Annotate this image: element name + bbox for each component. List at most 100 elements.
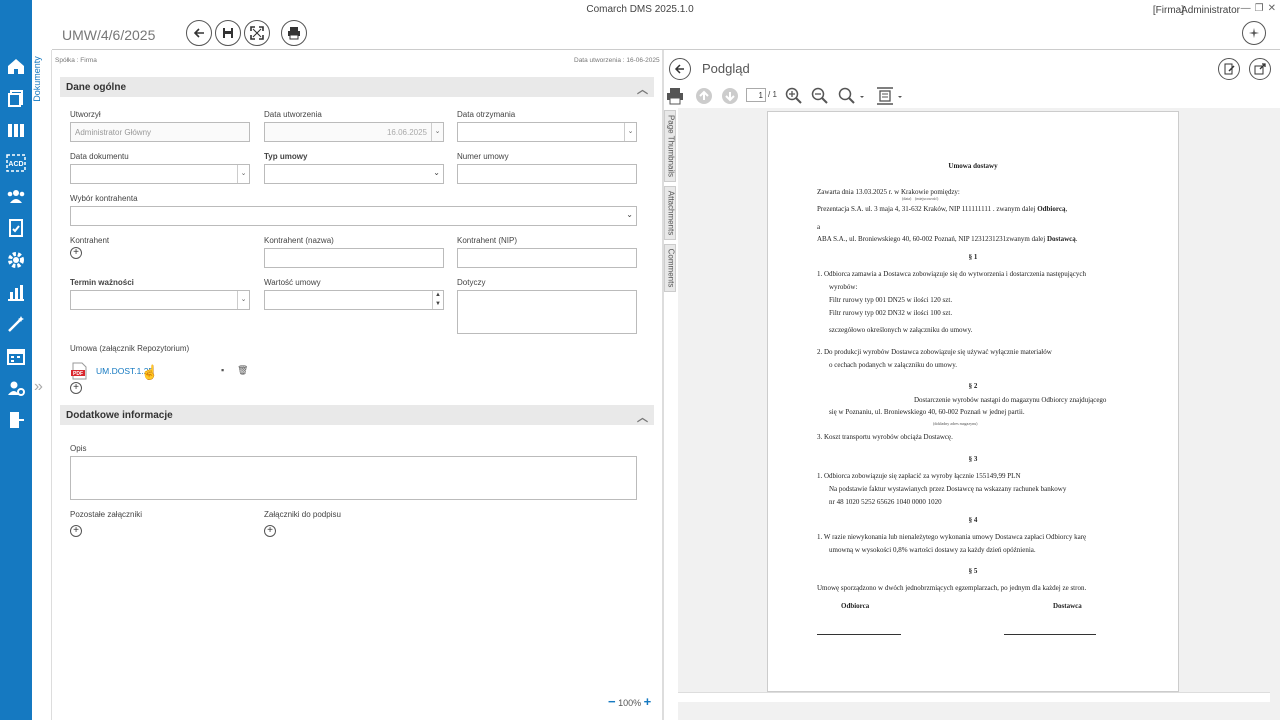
doc-paragraph-mark: § 3 [968,455,978,463]
termin-waznosci-field[interactable]: ⌄ [70,290,250,310]
title-bar: Comarch DMS 2025.1.0 [Firma] Administrat… [0,0,1280,20]
restore-icon[interactable]: ❐ [1255,3,1264,14]
save-button[interactable] [215,20,241,46]
opis-textarea[interactable] [70,456,637,500]
zoom-out-button[interactable]: − [608,694,616,709]
analytics-icon[interactable] [5,281,27,303]
data-dokumentu-field[interactable]: ⌄ [70,164,250,184]
viewer-scrollbar[interactable] [678,692,1270,702]
data-utworzenia-field[interactable]: 16.06.2025 ⌄ [264,122,444,142]
tab-page-thumbnails[interactable]: Page Thumbnails [664,110,676,182]
page-layout-icon[interactable] [874,86,904,106]
users-icon[interactable] [5,185,27,207]
doc-line: Zawarta dnia 13.03.2025 r. w Krakowie po… [817,188,960,196]
doc-paragraph-mark: § 1 [968,253,978,261]
kontrahent-nip-field[interactable] [457,248,637,268]
add-kontrahent-button[interactable]: + [70,247,82,259]
signature-line [817,634,901,635]
user-settings-icon[interactable] [5,377,27,399]
dotyczy-textarea[interactable] [457,290,637,334]
tab-dokumenty[interactable]: Dokumenty [32,52,50,112]
mouse-cursor-icon: ☝ [141,364,159,380]
calendar-icon[interactable] [5,345,27,367]
acd-icon[interactable]: ACD [5,152,27,174]
doc-line: 3. Koszt transportu wyrobów obciąża Dost… [817,433,953,441]
doc-line: ABA S.A., ul. Broniewskiego 40, 60-002 P… [817,235,1047,243]
add-pozostale-button[interactable]: + [70,525,82,537]
label-data-utworzenia: Data utworzenia [264,110,322,119]
close-icon[interactable]: ✕ [1268,3,1276,14]
utworzyl-field[interactable]: Administrator Główny [70,122,250,142]
typ-umowy-select[interactable]: ⌄ [264,164,444,184]
tab-attachments[interactable]: Attachments [664,186,676,240]
zoom-menu-icon[interactable] [836,86,866,106]
doc-paragraph-mark: § 2 [968,382,978,390]
wand-icon[interactable] [5,313,27,335]
open-external-icon[interactable] [1249,58,1271,80]
arrow-up-icon[interactable] [694,86,714,106]
wartosc-umowy-field[interactable]: ▲ ▼ [264,290,444,310]
data-otrzymania-field[interactable]: ⌄ [457,122,637,142]
label-opis: Opis [70,444,87,453]
calendar-dropdown-icon: ⌄ [237,165,249,183]
doc-paragraph-mark: § 5 [968,567,978,575]
expand-panel-icon[interactable]: » [34,378,43,396]
doc-paragraph-mark: § 4 [968,516,978,524]
library-icon[interactable] [5,119,27,141]
label-wartosc-umowy: Wartość umowy [264,278,321,287]
label-kontrahent-nazwa: Kontrahent (nazwa) [264,236,334,245]
home-icon[interactable] [5,55,27,77]
label-kontrahent-nip: Kontrahent (NIP) [457,236,518,245]
header-separator [52,49,1280,50]
doc-line: 1. W razie niewykonania lub nienależyteg… [817,533,1087,541]
section-additional[interactable]: Dodatkowe informacje ︿ [60,405,654,425]
wybor-kontrahenta-select[interactable]: ⌄ [70,206,637,226]
print-button[interactable] [281,20,307,46]
zoom-in-button[interactable]: + [644,694,652,709]
calendar-dropdown-icon: ⌄ [237,291,249,309]
user-label[interactable]: Administrator [1181,5,1240,16]
edit-document-icon[interactable] [1218,58,1240,80]
label-zalaczniki-do-podpisu: Załączniki do podpisu [264,510,341,519]
delete-icon[interactable]: 🗑 [237,365,248,376]
firma-label[interactable]: [Firma] [1153,5,1184,16]
preview-back-button[interactable] [669,58,691,80]
quantity-stepper[interactable]: ▲ ▼ [432,291,443,309]
doc-line: Na podstawie faktur wystawianych przez D… [829,485,1067,493]
doc-line: nr 48 1020 5252 65626 1040 0000 1020 [829,498,942,506]
label-data-otrzymania: Data otrzymania [457,110,516,119]
add-do-podpisu-button[interactable]: + [264,525,276,537]
reports-icon[interactable] [5,217,27,239]
numer-umowy-field[interactable] [457,164,637,184]
add-attachment-button[interactable]: + [70,382,82,394]
minimize-icon[interactable]: — [1241,3,1251,14]
arrow-down-icon[interactable] [720,86,740,106]
app-title: Comarch DMS 2025.1.0 [586,4,694,15]
assistant-icon[interactable] [1242,21,1266,45]
doc-line: 1. Odbiorca zobowiązuje się zapłacić za … [817,472,1021,480]
doc-line: Dostarczenie wyrobów nastąpi do magazynu… [914,396,1107,404]
logout-icon[interactable] [5,409,27,431]
save-attachment-icon[interactable]: ▪ [221,365,224,375]
doc-line: się w Poznaniu, ul. Broniewskiego 40, 60… [829,408,1025,416]
doc-line: 2. Do produkcji wyrobów Dostawca zobowią… [817,348,1052,356]
documents-icon[interactable] [5,87,27,109]
zoom-in-icon[interactable] [784,86,804,106]
doc-line: wyrobów: [829,283,858,291]
print-icon[interactable] [665,86,685,106]
doc-line: a [817,223,821,231]
back-button[interactable] [186,20,212,46]
creation-date-label: Data utworzenia : 16-06-2025 [574,57,660,64]
tab-comments[interactable]: Comments [664,244,676,292]
settings-icon[interactable] [5,249,27,271]
fullscreen-button[interactable] [244,20,270,46]
document-number: UMW/4/6/2025 [62,27,156,43]
signature-label: Dostawca [1053,602,1082,610]
zoom-out-icon[interactable] [810,86,830,106]
kontrahent-nazwa-field[interactable] [264,248,444,268]
zoom-level: 100% [618,698,642,708]
doc-line: Filtr rurowy typ 002 DN32 w ilości 100 s… [829,309,953,317]
page-number-input[interactable]: 1 [746,88,766,102]
label-data-dokumentu: Data dokumentu [70,152,129,161]
section-general[interactable]: Dane ogólne ︿ [60,77,654,97]
